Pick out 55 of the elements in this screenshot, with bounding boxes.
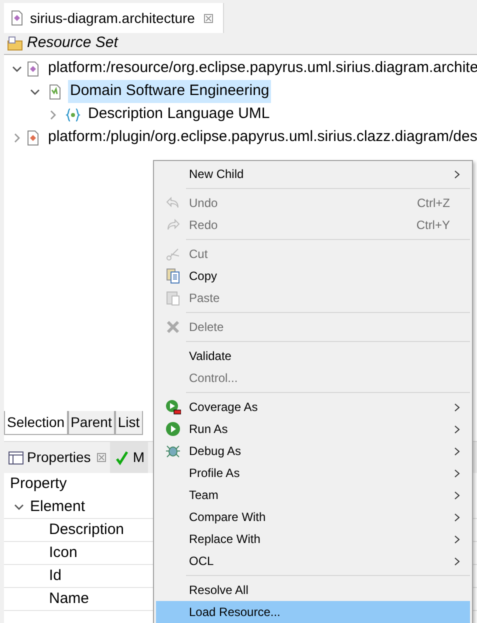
copy-icon [164,268,180,284]
editor-page-tab[interactable]: Parent [68,411,115,435]
tree-item[interactable]: Domain Software Engineering [68,80,272,103]
menu-item[interactable]: Team [156,484,470,506]
tree-item[interactable]: Description Language UML [86,103,272,126]
play-icon [164,421,180,437]
check-icon [114,450,130,466]
scissors-icon [164,246,180,262]
menu-item[interactable]: Replace With [156,528,470,550]
menu-item[interactable]: New Child [156,163,470,185]
file-icon [25,60,41,76]
bug-icon [164,443,180,459]
chevron-down-icon[interactable] [30,86,40,96]
menu-item[interactable]: OCL [156,550,470,572]
chevron-right-icon[interactable] [48,110,58,120]
document-icon [47,84,63,100]
close-icon[interactable] [96,453,106,462]
property-name: Id [49,566,62,586]
tab-title: sirius-diagram.architecture [30,8,195,28]
property-name: Name [49,588,90,609]
tree-item[interactable]: platform:/plugin/org.eclipse.papyrus.uml.sirius.clazz.diagram/des [46,126,477,149]
menu-item[interactable]: Validate [156,345,470,367]
property-name: Description [49,520,124,540]
menu-item[interactable]: Debug As [156,440,470,462]
resource-set-label: Resource Set [27,33,118,54]
menu-item[interactable]: Compare With [156,506,470,528]
chevron-right-icon[interactable] [12,132,22,142]
delete-icon [164,319,180,335]
view-tab-label: Properties [27,448,91,467]
folder-icon [7,36,23,52]
menu-item[interactable]: Resolve All [156,579,470,601]
property-name: Icon [49,542,78,563]
menu-item[interactable]: Copy [156,265,470,287]
file-icon [25,130,41,146]
editor-tab[interactable]: sirius-diagram.architecture [4,3,224,33]
column-header: Property [10,474,67,494]
clipboard-icon [164,290,180,306]
menu-item[interactable]: Run As [156,418,470,440]
menu-item[interactable]: Coverage As [156,396,470,418]
menu-item[interactable]: Profile As [156,462,470,484]
editor-page-tab[interactable]: Selection [4,411,68,435]
file-icon [9,10,25,26]
chevron-down-icon[interactable] [14,502,24,512]
view-tab[interactable]: M [110,442,148,473]
play-icon [164,399,180,415]
menu-item[interactable]: Load Resource... [156,601,470,623]
shortcut-label: Ctrl+Z [417,195,450,212]
table-icon [8,450,24,466]
braces-icon [65,106,81,122]
chevron-down-icon[interactable] [12,64,22,74]
view-tab-label: M [132,448,144,467]
close-icon[interactable] [204,14,213,22]
shortcut-label: Ctrl+Y [416,217,450,234]
editor-page-tab[interactable]: List [114,411,143,435]
property-group[interactable]: Element [30,496,86,518]
